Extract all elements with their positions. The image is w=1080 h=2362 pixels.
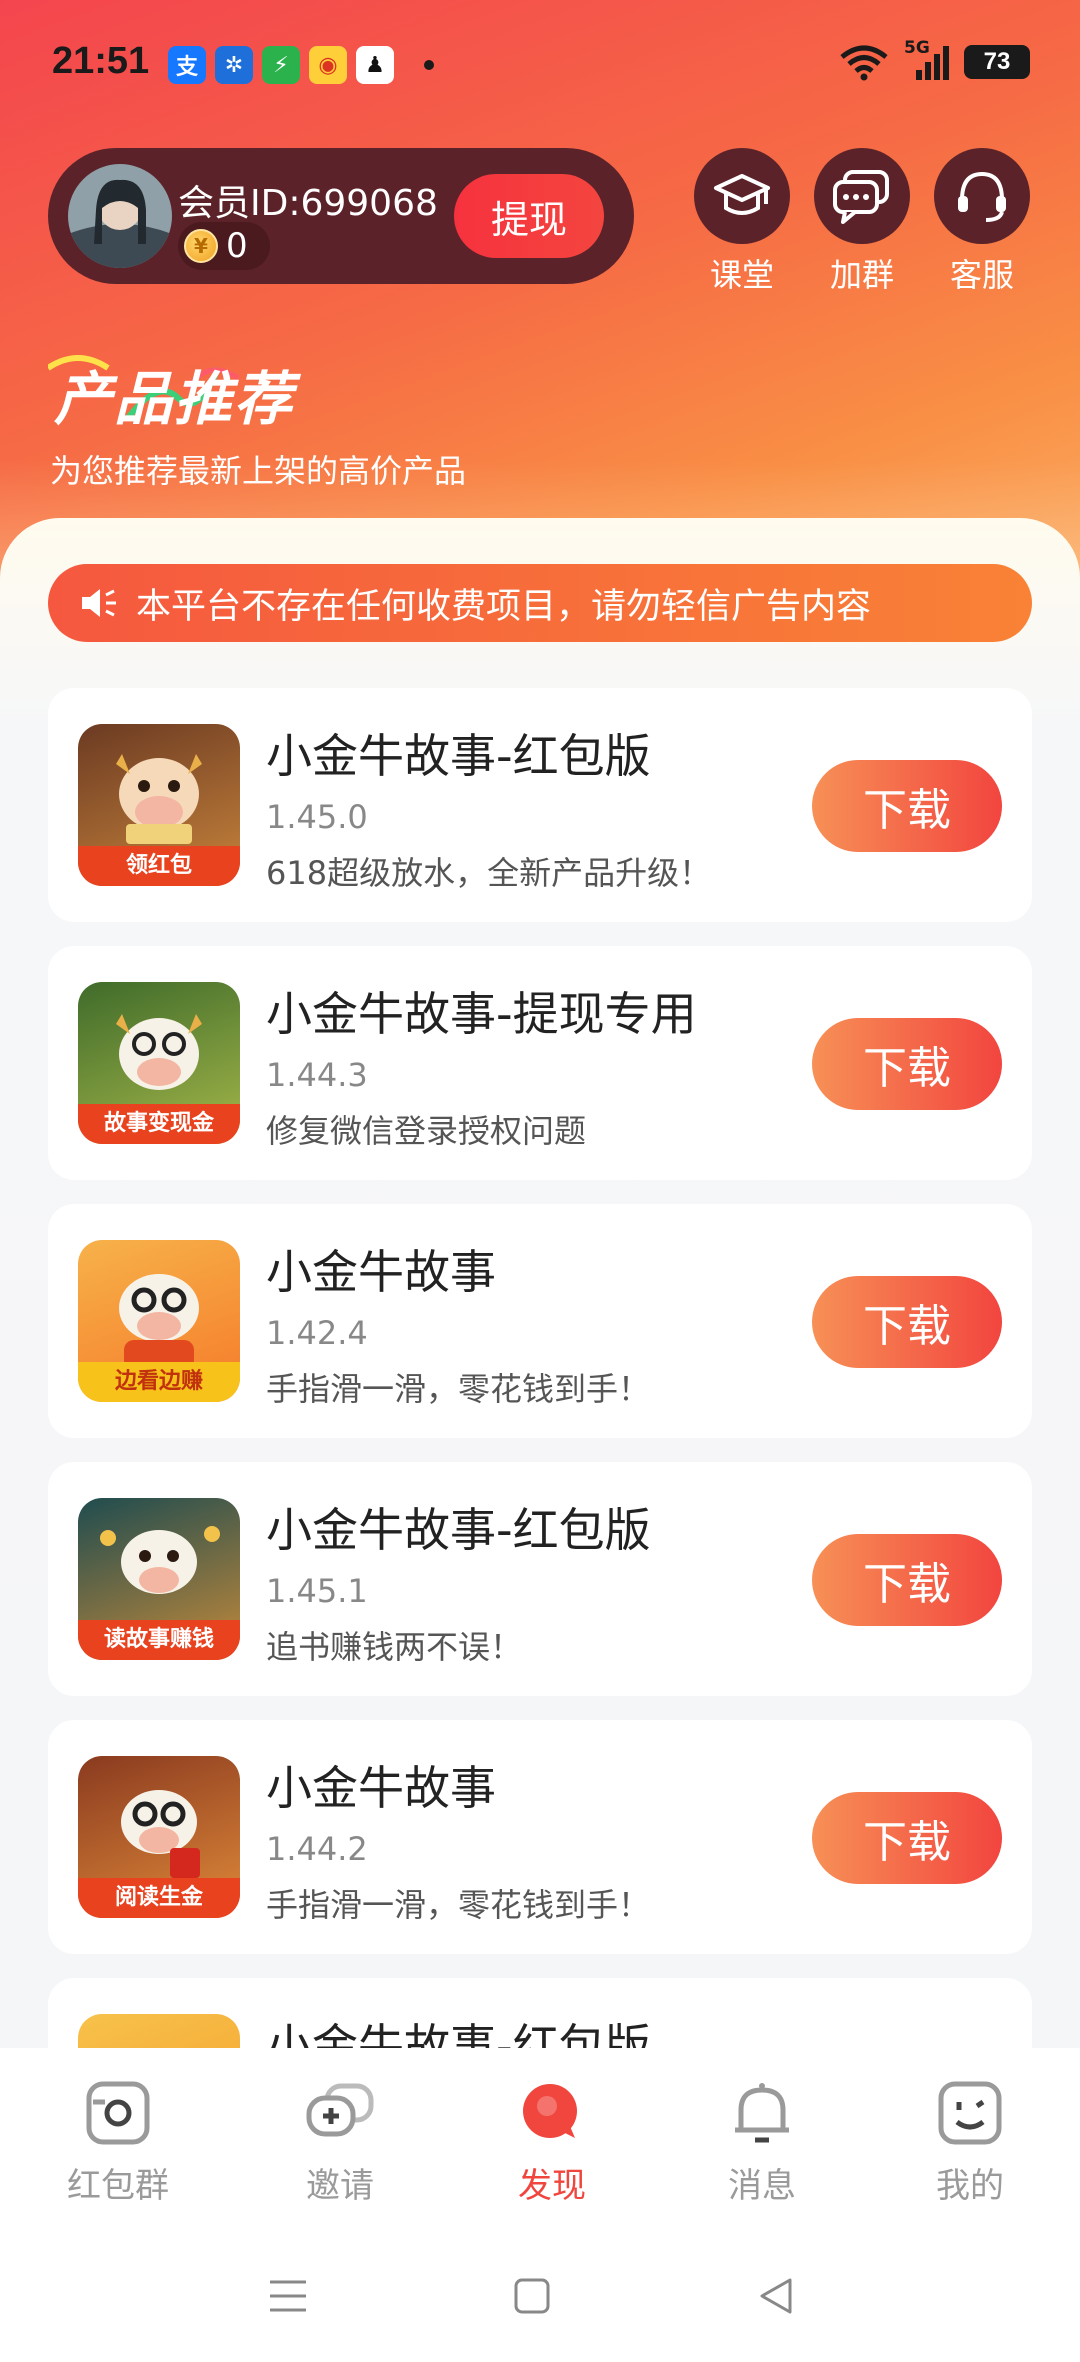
weibo-icon: ◉ [309, 46, 347, 84]
app-description: 618超级放水，全新产品升级！ [266, 854, 712, 892]
discover-icon [517, 2078, 587, 2148]
download-button[interactable]: 下载 [812, 1276, 1002, 1368]
notification-icons: 支 ✲ ⚡ ◉ ♟ [168, 46, 394, 84]
quick-action-customer-service[interactable]: 客服 [934, 148, 1030, 296]
quick-action-classroom[interactable]: 课堂 [694, 148, 790, 296]
product-list-sheet[interactable]: 本平台不存在任何收费项目，请勿轻信广告内容 领红包 小金牛故事-红包版 1.45… [0, 518, 1080, 2048]
tab-discover[interactable]: 发现 [472, 2078, 632, 2207]
speaker-icon [82, 589, 116, 617]
app-tag: 边看边赚 [78, 1362, 240, 1402]
avatar[interactable] [68, 164, 172, 268]
coin-count: 0 [226, 226, 248, 266]
app-card[interactable]: 领红包 小金牛故事-红包版 1.45.0 618超级放水，全新产品升级！ 下载 [48, 688, 1032, 922]
download-button[interactable]: 下载 [812, 1018, 1002, 1110]
app-name: 小金牛故事-红包版 [266, 2019, 651, 2048]
app-version: 1.45.0 [266, 798, 368, 836]
app-version: 1.42.4 [266, 1314, 368, 1352]
camera-square-icon [83, 2078, 153, 2148]
back-triangle-icon[interactable] [758, 2278, 794, 2314]
member-id: 会员ID:699068 [178, 183, 438, 224]
tab-invite[interactable]: 邀请 [260, 2078, 420, 2207]
app-tag: 读故事赚钱 [78, 1620, 240, 1660]
tab-label: 我的 [936, 2166, 1004, 2206]
bottom-tab-bar: 红包群 邀请 发现 消息 我的 [0, 2048, 1080, 2244]
more-notifications-dot [424, 60, 434, 70]
quick-action-label: 客服 [949, 256, 1014, 294]
alipay-icon: 支 [168, 46, 206, 84]
coin-icon: ¥ [184, 229, 218, 263]
download-button[interactable]: 下载 [812, 1792, 1002, 1884]
app-thumbnail: 领红包 [78, 724, 240, 886]
coin-balance: ¥ 0 [178, 222, 270, 270]
download-button[interactable]: 下载 [812, 760, 1002, 852]
status-bar: 21:51 支 ✲ ⚡ ◉ ♟ 5G 73 [0, 0, 1080, 130]
tab-label: 红包群 [67, 2166, 169, 2206]
fan-app-icon: ✲ [215, 46, 253, 84]
app-description: 手指滑一滑，零花钱到手！ [266, 1370, 651, 1408]
chat-bubble-icon [814, 148, 910, 244]
notice-banner: 本平台不存在任何收费项目，请勿轻信广告内容 [48, 564, 1032, 642]
app-thumbnail: 故事变现金 [78, 982, 240, 1144]
notice-text: 本平台不存在任何收费项目，请勿轻信广告内容 [136, 586, 872, 627]
app-thumbnail: 边看边赚 [78, 1240, 240, 1402]
section-title: 产品推荐 [54, 365, 295, 433]
app-tag: 领红包 [78, 846, 240, 886]
tab-mine[interactable]: 我的 [890, 2078, 1050, 2207]
app-name: 小金牛故事-红包版 [266, 1503, 651, 1557]
app-card[interactable]: 故事变现金 小金牛故事-提现专用 1.44.3 修复微信登录授权问题 下载 [48, 946, 1032, 1180]
bell-icon [727, 2078, 797, 2148]
system-indicators: 5G 73 [838, 38, 1030, 82]
quick-action-label: 课堂 [709, 256, 774, 294]
member-card: 会员ID:699068 ¥ 0 提现 [48, 148, 634, 284]
smile-face-icon [935, 2078, 1005, 2148]
app-thumbnail: 读故事赚钱 [78, 1498, 240, 1660]
cellular-signal-icon: 5G [904, 38, 950, 82]
download-button[interactable]: 下载 [812, 1534, 1002, 1626]
status-time: 21:51 [52, 40, 150, 82]
quick-action-label: 加群 [829, 256, 894, 294]
tab-red-packet-group[interactable]: 红包群 [38, 2078, 198, 2207]
app-name: 小金牛故事-提现专用 [266, 987, 697, 1041]
tab-label: 邀请 [306, 2166, 374, 2206]
graduation-cap-icon [694, 148, 790, 244]
section-title-block: 产品推荐 [48, 348, 328, 433]
app-card[interactable]: 阅读生金 小金牛故事 1.44.2 手指滑一滑，零花钱到手！ 下载 [48, 1720, 1032, 1954]
tab-messages[interactable]: 消息 [682, 2078, 842, 2207]
app-version: 1.44.2 [266, 1830, 368, 1868]
app-description: 修复微信登录授权问题 [266, 1112, 587, 1150]
home-square-icon[interactable] [514, 2278, 550, 2314]
qq-icon: ♟ [356, 46, 394, 84]
app-card[interactable]: 边看边赚 小金牛故事 1.42.4 手指滑一滑，零花钱到手！ 下载 [48, 1204, 1032, 1438]
app-version: 1.45.1 [266, 1572, 368, 1610]
wifi-icon [840, 45, 888, 81]
app-description: 手指滑一滑，零花钱到手！ [266, 1886, 651, 1924]
security-shield-icon: ⚡ [262, 46, 300, 84]
app-version: 1.44.3 [266, 1056, 368, 1094]
section-subtitle: 为您推荐最新上架的高价产品 [50, 452, 467, 490]
withdraw-button[interactable]: 提现 [454, 174, 604, 258]
tab-label: 发现 [518, 2166, 586, 2206]
app-name: 小金牛故事 [266, 1761, 496, 1815]
app-card[interactable]: 小金牛故事-红包版 [48, 1978, 1032, 2048]
quick-action-join-group[interactable]: 加群 [814, 148, 910, 296]
headset-icon [934, 148, 1030, 244]
app-name: 小金牛故事 [266, 1245, 496, 1299]
app-tag: 故事变现金 [78, 1104, 240, 1144]
app-name: 小金牛故事-红包版 [266, 729, 651, 783]
battery-indicator: 73 [964, 45, 1030, 79]
tab-label: 消息 [728, 2166, 796, 2206]
menu-lines-icon[interactable] [268, 2278, 308, 2314]
app-thumbnail: 阅读生金 [78, 1756, 240, 1918]
chat-plus-icon [305, 2078, 375, 2148]
app-description: 追书赚钱两不误！ [266, 1628, 523, 1666]
system-navigation-bar [0, 2244, 1080, 2362]
app-thumbnail [78, 2014, 240, 2048]
app-card[interactable]: 读故事赚钱 小金牛故事-红包版 1.45.1 追书赚钱两不误！ 下载 [48, 1462, 1032, 1696]
app-tag: 阅读生金 [78, 1878, 240, 1918]
